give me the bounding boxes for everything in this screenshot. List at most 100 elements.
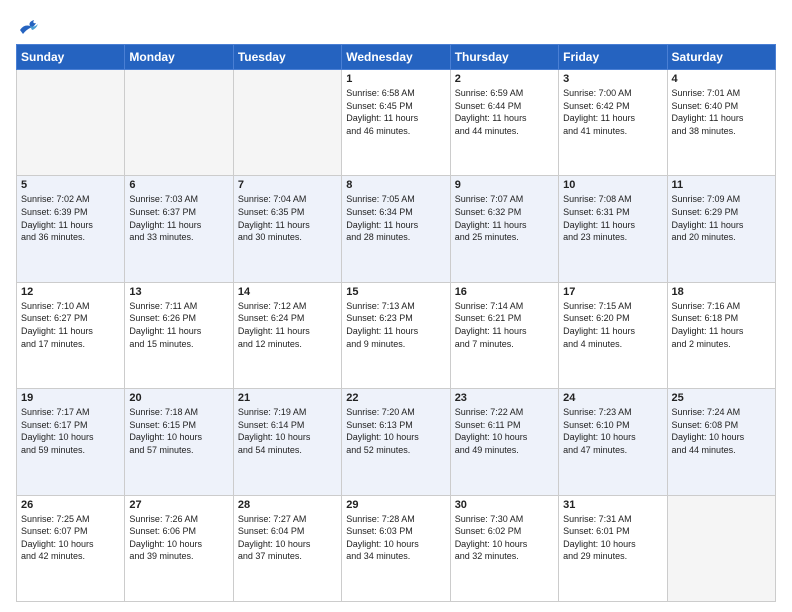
calendar-cell: 26 Sunrise: 7:25 AM Sunset: 6:07 PM Dayli… — [17, 495, 125, 601]
day-content: Sunrise: 7:01 AM Sunset: 6:40 PM Dayligh… — [672, 87, 771, 137]
day-content: Sunrise: 7:17 AM Sunset: 6:17 PM Dayligh… — [21, 406, 120, 456]
calendar-cell: 20 Sunrise: 7:18 AM Sunset: 6:15 PM Dayli… — [125, 389, 233, 495]
day-content: Sunrise: 6:58 AM Sunset: 6:45 PM Dayligh… — [346, 87, 445, 137]
day-number: 19 — [21, 392, 120, 404]
calendar-cell: 6 Sunrise: 7:03 AM Sunset: 6:37 PM Daylig… — [125, 176, 233, 282]
day-content: Sunrise: 7:27 AM Sunset: 6:04 PM Dayligh… — [238, 513, 337, 563]
calendar-cell: 18 Sunrise: 7:16 AM Sunset: 6:18 PM Dayli… — [667, 282, 775, 388]
calendar-cell: 22 Sunrise: 7:20 AM Sunset: 6:13 PM Dayli… — [342, 389, 450, 495]
calendar-cell: 11 Sunrise: 7:09 AM Sunset: 6:29 PM Dayli… — [667, 176, 775, 282]
day-number: 18 — [672, 286, 771, 298]
day-number: 21 — [238, 392, 337, 404]
calendar-table: SundayMondayTuesdayWednesdayThursdayFrid… — [16, 44, 776, 602]
day-number: 24 — [563, 392, 662, 404]
calendar-header-wednesday: Wednesday — [342, 45, 450, 70]
day-number: 29 — [346, 499, 445, 511]
day-content: Sunrise: 7:05 AM Sunset: 6:34 PM Dayligh… — [346, 193, 445, 243]
day-number: 6 — [129, 179, 228, 191]
calendar-cell: 2 Sunrise: 6:59 AM Sunset: 6:44 PM Daylig… — [450, 70, 558, 176]
calendar-cell: 17 Sunrise: 7:15 AM Sunset: 6:20 PM Dayli… — [559, 282, 667, 388]
calendar-cell: 30Sunrise: 7:30 AM Sunset: 6:02 PM Dayli… — [450, 495, 558, 601]
header — [16, 12, 776, 36]
day-content: Sunrise: 7:16 AM Sunset: 6:18 PM Dayligh… — [672, 300, 771, 350]
day-number: 17 — [563, 286, 662, 298]
day-number: 22 — [346, 392, 445, 404]
calendar-cell — [17, 70, 125, 176]
calendar-cell: 15 Sunrise: 7:13 AM Sunset: 6:23 PM Dayli… — [342, 282, 450, 388]
day-number: 10 — [563, 179, 662, 191]
day-content: Sunrise: 7:13 AM Sunset: 6:23 PM Dayligh… — [346, 300, 445, 350]
day-content: Sunrise: 7:20 AM Sunset: 6:13 PM Dayligh… — [346, 406, 445, 456]
calendar-header-saturday: Saturday — [667, 45, 775, 70]
day-number: 28 — [238, 499, 337, 511]
calendar-cell: 7 Sunrise: 7:04 AM Sunset: 6:35 PM Daylig… — [233, 176, 341, 282]
calendar-cell: 27 Sunrise: 7:26 AM Sunset: 6:06 PM Dayli… — [125, 495, 233, 601]
day-number: 25 — [672, 392, 771, 404]
calendar-cell: 14 Sunrise: 7:12 AM Sunset: 6:24 PM Dayli… — [233, 282, 341, 388]
calendar-header-sunday: Sunday — [17, 45, 125, 70]
calendar-week-2: 12 Sunrise: 7:10 AM Sunset: 6:27 PM Dayli… — [17, 282, 776, 388]
logo-bird-icon — [18, 16, 40, 36]
calendar-cell: 16 Sunrise: 7:14 AM Sunset: 6:21 PM Dayli… — [450, 282, 558, 388]
calendar-header-thursday: Thursday — [450, 45, 558, 70]
calendar-week-1: 5 Sunrise: 7:02 AM Sunset: 6:39 PM Daylig… — [17, 176, 776, 282]
day-content: Sunrise: 7:03 AM Sunset: 6:37 PM Dayligh… — [129, 193, 228, 243]
day-content: Sunrise: 7:15 AM Sunset: 6:20 PM Dayligh… — [563, 300, 662, 350]
day-number: 7 — [238, 179, 337, 191]
day-content: Sunrise: 7:04 AM Sunset: 6:35 PM Dayligh… — [238, 193, 337, 243]
calendar-week-4: 26 Sunrise: 7:25 AM Sunset: 6:07 PM Dayli… — [17, 495, 776, 601]
day-content: Sunrise: 7:14 AM Sunset: 6:21 PM Dayligh… — [455, 300, 554, 350]
day-number: 14 — [238, 286, 337, 298]
calendar-cell: 28 Sunrise: 7:27 AM Sunset: 6:04 PM Dayli… — [233, 495, 341, 601]
day-content: Sunrise: 7:12 AM Sunset: 6:24 PM Dayligh… — [238, 300, 337, 350]
page: SundayMondayTuesdayWednesdayThursdayFrid… — [0, 0, 792, 612]
day-content: Sunrise: 7:11 AM Sunset: 6:26 PM Dayligh… — [129, 300, 228, 350]
day-content: Sunrise: 7:28 AM Sunset: 6:03 PM Dayligh… — [346, 513, 445, 563]
day-content: Sunrise: 6:59 AM Sunset: 6:44 PM Dayligh… — [455, 87, 554, 137]
calendar-week-0: 1Sunrise: 6:58 AM Sunset: 6:45 PM Daylig… — [17, 70, 776, 176]
day-number: 26 — [21, 499, 120, 511]
day-content: Sunrise: 7:18 AM Sunset: 6:15 PM Dayligh… — [129, 406, 228, 456]
logo — [16, 16, 40, 36]
day-content: Sunrise: 7:24 AM Sunset: 6:08 PM Dayligh… — [672, 406, 771, 456]
day-content: Sunrise: 7:26 AM Sunset: 6:06 PM Dayligh… — [129, 513, 228, 563]
calendar-cell: 8 Sunrise: 7:05 AM Sunset: 6:34 PM Daylig… — [342, 176, 450, 282]
day-content: Sunrise: 7:09 AM Sunset: 6:29 PM Dayligh… — [672, 193, 771, 243]
day-content: Sunrise: 7:19 AM Sunset: 6:14 PM Dayligh… — [238, 406, 337, 456]
calendar-header-friday: Friday — [559, 45, 667, 70]
day-number: 15 — [346, 286, 445, 298]
day-number: 16 — [455, 286, 554, 298]
day-number: 2 — [455, 73, 554, 85]
day-content: Sunrise: 7:22 AM Sunset: 6:11 PM Dayligh… — [455, 406, 554, 456]
day-number: 5 — [21, 179, 120, 191]
calendar-cell: 9Sunrise: 7:07 AM Sunset: 6:32 PM Daylig… — [450, 176, 558, 282]
calendar-header-row: SundayMondayTuesdayWednesdayThursdayFrid… — [17, 45, 776, 70]
day-content: Sunrise: 7:00 AM Sunset: 6:42 PM Dayligh… — [563, 87, 662, 137]
day-number: 31 — [563, 499, 662, 511]
calendar-cell — [667, 495, 775, 601]
calendar-cell: 10 Sunrise: 7:08 AM Sunset: 6:31 PM Dayli… — [559, 176, 667, 282]
day-number: 12 — [21, 286, 120, 298]
day-content: Sunrise: 7:25 AM Sunset: 6:07 PM Dayligh… — [21, 513, 120, 563]
calendar-cell: 19 Sunrise: 7:17 AM Sunset: 6:17 PM Dayli… — [17, 389, 125, 495]
day-content: Sunrise: 7:07 AM Sunset: 6:32 PM Dayligh… — [455, 193, 554, 243]
calendar-cell: 4 Sunrise: 7:01 AM Sunset: 6:40 PM Daylig… — [667, 70, 775, 176]
day-number: 3 — [563, 73, 662, 85]
day-number: 4 — [672, 73, 771, 85]
day-content: Sunrise: 7:31 AM Sunset: 6:01 PM Dayligh… — [563, 513, 662, 563]
calendar-cell: 24 Sunrise: 7:23 AM Sunset: 6:10 PM Dayli… — [559, 389, 667, 495]
day-content: Sunrise: 7:02 AM Sunset: 6:39 PM Dayligh… — [21, 193, 120, 243]
calendar-cell: 29 Sunrise: 7:28 AM Sunset: 6:03 PM Dayli… — [342, 495, 450, 601]
day-number: 27 — [129, 499, 228, 511]
day-number: 11 — [672, 179, 771, 191]
calendar-header-tuesday: Tuesday — [233, 45, 341, 70]
day-content: Sunrise: 7:10 AM Sunset: 6:27 PM Dayligh… — [21, 300, 120, 350]
day-number: 13 — [129, 286, 228, 298]
calendar-cell: 13 Sunrise: 7:11 AM Sunset: 6:26 PM Dayli… — [125, 282, 233, 388]
day-number: 20 — [129, 392, 228, 404]
day-content: Sunrise: 7:08 AM Sunset: 6:31 PM Dayligh… — [563, 193, 662, 243]
calendar-header-monday: Monday — [125, 45, 233, 70]
calendar-cell: 5 Sunrise: 7:02 AM Sunset: 6:39 PM Daylig… — [17, 176, 125, 282]
day-number: 8 — [346, 179, 445, 191]
day-content: Sunrise: 7:23 AM Sunset: 6:10 PM Dayligh… — [563, 406, 662, 456]
